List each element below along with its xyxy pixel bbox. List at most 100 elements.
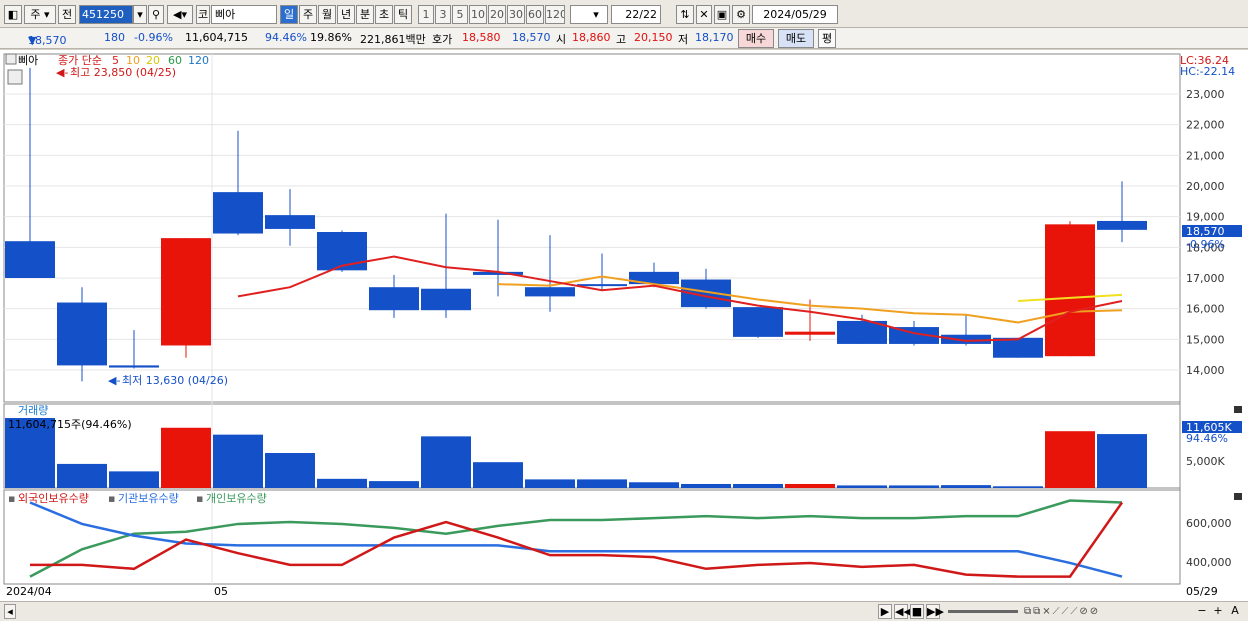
play-icon[interactable]: ▶ [878,604,892,619]
link-icon[interactable]: ⇅ [676,5,694,24]
candle-body [369,287,419,311]
x-label-mid: 05 [214,585,228,598]
speaker-icon[interactable]: ◀▾ [167,5,193,24]
volume-bar [733,483,783,488]
y-tick-label: 19,000 [1186,211,1225,224]
code-input[interactable]: 451250 [79,5,133,24]
drawing-tools-icon[interactable]: ⧉⧉⨯⟋⟋⟋⊘⊘ [1024,604,1194,619]
period-5[interactable]: 초 [375,5,393,24]
interval-1[interactable]: 1 [418,5,434,24]
period-1[interactable]: 주 [299,5,317,24]
volume-bar [785,483,835,488]
volume-bar [213,434,263,488]
period-2[interactable]: 월 [318,5,336,24]
gear-icon[interactable]: ⚙ [732,5,750,24]
y-tick-label: 17,000 [1186,272,1225,285]
count-total: /22 [639,8,657,21]
holding-tick-400k: 400,000 [1186,556,1232,569]
high-price: 20,150 [634,31,673,44]
rewind-icon[interactable]: ◀◀ [894,604,912,619]
candle-body [1045,224,1095,357]
interval-120[interactable]: 120 [545,5,565,24]
interval-3[interactable]: 3 [435,5,451,24]
period-6[interactable]: 틱 [394,5,412,24]
prev-button[interactable]: 전 [58,5,76,24]
period-unit-select[interactable]: 주 ▾ [24,5,56,24]
legend-individual: 개인보유수량 [206,492,267,505]
interval-10[interactable]: 10 [469,5,487,24]
period-4[interactable]: 분 [356,5,374,24]
interval-60[interactable]: 60 [526,5,544,24]
code-dropdown-icon[interactable]: ▾ [133,5,147,24]
volume-bar [57,463,107,488]
zoom-out-icon[interactable]: − [1196,604,1208,619]
volume-bar [577,479,627,488]
volume-bar [941,485,991,488]
legend-dot-icon: ▪ [108,492,115,505]
scroll-left-icon[interactable]: ◂ [4,604,16,619]
count-field[interactable]: 22/22 [611,5,661,24]
interval-5[interactable]: 5 [452,5,468,24]
panel-menu-icon [5,53,17,65]
ask-price: 18,580 [462,31,501,44]
candle-body [525,287,575,297]
low-price: 18,170 [695,31,734,44]
crosshair-icon[interactable]: ✕ [696,5,712,24]
change-pct: -0.96% [134,31,173,44]
toolbar: ◧ 주 ▾ 전 451250 ▾ ⚲ ◀▾ 코 삐아 ▾ 22/22 ⇅ ✕ ▣… [0,0,1248,28]
open-price: 18,860 [572,31,611,44]
buy-button[interactable]: 매수 [738,29,774,48]
sell-button[interactable]: 매도 [778,29,814,48]
quote-bar: 18,570 ▼ 180 -0.96% 11,604,715 94.46% 19.… [0,28,1248,49]
y-tick-label: 23,000 [1186,88,1225,101]
bid-price: 18,570 [512,31,551,44]
magnifier-icon[interactable]: ⚲ [148,5,164,24]
current-price-label: 18,570 [1186,225,1225,238]
holding-tick-600k: 600,000 [1186,517,1232,530]
volume-bar [473,462,523,488]
candle-body [941,334,991,344]
low-note: 최저 13,630 (04/26) [122,374,228,387]
volume-title: 거래량 [18,404,48,417]
y-tick-label: 20,000 [1186,180,1225,193]
volume-bar [317,478,367,488]
interval-20[interactable]: 20 [488,5,506,24]
open-label: 시 [556,33,567,46]
volume-bar [681,483,731,488]
date-field[interactable]: 2024/05/29 [752,5,838,24]
period-unit-label: 주 [30,8,41,21]
candle-body [57,302,107,366]
x-label-end: 05/29 [1186,585,1218,598]
window-icon[interactable]: ◧ [4,5,22,24]
zoom-slider[interactable] [948,610,1018,613]
volume-bar [525,479,575,488]
volume-bar [993,486,1043,488]
candle-body [161,238,211,346]
interval-30[interactable]: 30 [507,5,525,24]
chart-area[interactable]: 삐아 종가 단순 5 10 20 60 120 ◀- 최고 23,850 (04… [0,50,1248,602]
legend-dot-icon: ▪ [8,492,15,505]
zoom-in-icon[interactable]: + [1212,604,1224,619]
period-3[interactable]: 년 [337,5,355,24]
stock-name-field[interactable]: 삐아 [211,5,277,24]
period-0[interactable]: 일 [280,5,298,24]
range-select[interactable]: ▾ [570,5,608,24]
current-pct-label: -0.96% [1186,238,1225,251]
candle-body [1097,220,1147,230]
candle-body [5,241,55,278]
market-label: 코 [196,5,210,24]
volume-readout: 11,604,715주(94.46%) [8,418,132,431]
volume-bar [161,427,211,488]
holding-panel [3,489,1181,585]
auto-scale-icon[interactable]: A [1228,604,1242,619]
forward-icon[interactable]: ▶▶ [926,604,944,619]
y-tick-label: 21,000 [1186,149,1225,162]
save-icon[interactable]: ▣ [714,5,730,24]
volume-value: 11,604,715 [185,31,248,44]
high-label: 고 [616,33,627,46]
avg-button[interactable]: 평 [818,29,836,48]
high-note-arrow-icon: ◀- [56,66,68,79]
volume-bar [629,482,679,488]
candle-body [577,284,627,287]
stop-icon[interactable]: ■ [910,604,924,619]
